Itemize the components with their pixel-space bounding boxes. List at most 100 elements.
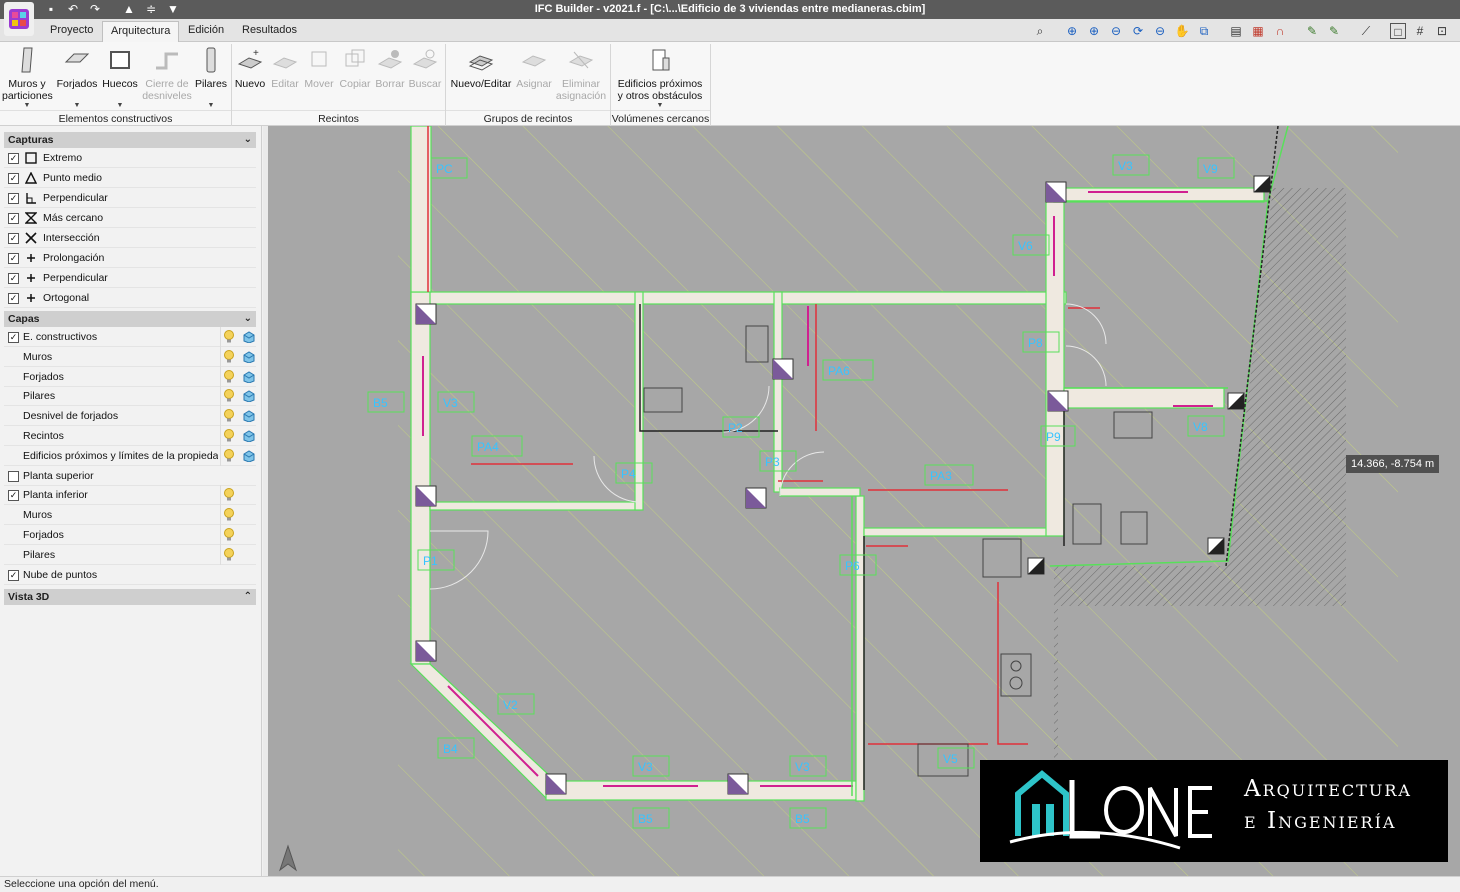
select-box-icon[interactable]: □: [1390, 23, 1406, 39]
edificios-proximos-button[interactable]: Edificios próximos y otros obstáculos ▼: [612, 44, 708, 110]
editar-recinto-button[interactable]: Editar: [268, 44, 302, 90]
capa-row[interactable]: Pilares: [4, 544, 256, 565]
capa-row[interactable]: ✓ E. constructivos: [4, 327, 256, 347]
vista3d-header[interactable]: Vista 3D ⌃: [4, 589, 256, 605]
magnet-icon[interactable]: ∩: [1272, 23, 1288, 39]
capturas-header[interactable]: Capturas ⌄: [4, 132, 256, 148]
layer-3d-cube-icon[interactable]: [243, 430, 255, 442]
captura-checkbox[interactable]: ✓: [8, 233, 19, 244]
snap-point-icon[interactable]: ⊡: [1434, 23, 1450, 39]
visibility-bulb-icon[interactable]: [223, 508, 235, 522]
layers-icon[interactable]: ▤: [1228, 23, 1244, 39]
capa-row[interactable]: Edificios próximos y límites de la propi…: [4, 445, 256, 466]
app-logo-icon[interactable]: [4, 2, 34, 36]
tab-proyecto[interactable]: Proyecto: [42, 21, 101, 42]
pan-hand-icon[interactable]: ✋: [1174, 23, 1190, 39]
captura-row[interactable]: ✓ Prolongación: [4, 248, 256, 268]
layer-3d-cube-icon[interactable]: [243, 371, 255, 383]
capa-row[interactable]: Muros: [4, 346, 256, 367]
buscar-recinto-button[interactable]: Buscar: [408, 44, 442, 90]
nuevo-editar-grupo-button[interactable]: Nuevo/Editar: [448, 44, 514, 90]
nuevo-recinto-button[interactable]: + Nuevo: [233, 44, 267, 90]
captura-row[interactable]: ✓ Punto medio: [4, 168, 256, 188]
cierre-desniveles-button[interactable]: Cierre de desniveles: [142, 44, 192, 102]
captura-checkbox[interactable]: ✓: [8, 293, 19, 304]
captura-checkbox[interactable]: ✓: [8, 193, 19, 204]
zoom-window-icon[interactable]: ⊕: [1064, 23, 1080, 39]
capa-checkbox[interactable]: [8, 470, 19, 482]
capa-row[interactable]: Recintos: [4, 426, 256, 446]
wall[interactable]: [779, 487, 861, 497]
captura-checkbox[interactable]: ✓: [8, 153, 19, 164]
visibility-bulb-icon[interactable]: [223, 349, 235, 364]
capa-row[interactable]: ✓ Planta inferior: [4, 485, 256, 506]
wall[interactable]: [410, 291, 1067, 305]
zoom-out-icon[interactable]: ⊖: [1108, 23, 1124, 39]
eliminar-asignacion-button[interactable]: Eliminar asignación: [554, 44, 608, 102]
visibility-bulb-icon[interactable]: [223, 409, 235, 423]
visibility-bulb-icon[interactable]: [223, 488, 235, 502]
captura-checkbox[interactable]: ✓: [8, 273, 19, 284]
capa-row[interactable]: Desnivel de forjados: [4, 406, 256, 427]
visibility-bulb-icon[interactable]: [223, 528, 235, 542]
tab-arquitectura[interactable]: Arquitectura: [102, 21, 180, 42]
visibility-bulb-icon[interactable]: [223, 429, 235, 443]
asignar-button[interactable]: Asignar: [514, 44, 554, 90]
visibility-bulb-icon[interactable]: [223, 330, 235, 344]
capa-row[interactable]: Forjados: [4, 366, 256, 387]
muros-button[interactable]: Muros y particiones ▼: [2, 44, 53, 110]
captura-row[interactable]: ✓ Más cercano: [4, 208, 256, 228]
refresh-icon[interactable]: ⟳: [1130, 23, 1146, 39]
capas-header[interactable]: Capas ⌄: [4, 311, 256, 327]
capa-row[interactable]: Planta superior: [4, 466, 256, 486]
visibility-bulb-icon[interactable]: [223, 369, 235, 384]
capa-checkbox[interactable]: ✓: [8, 569, 19, 581]
mover-recinto-button[interactable]: Mover: [302, 44, 336, 90]
capa-row[interactable]: Muros: [4, 505, 256, 526]
measure-icon[interactable]: ⟋: [1358, 23, 1374, 39]
search-icon[interactable]: ⌕: [1032, 23, 1048, 39]
pilares-button[interactable]: Pilares ▼: [194, 44, 228, 110]
zoom-in-icon[interactable]: ⊕: [1086, 23, 1102, 39]
zoom-all-icon[interactable]: ⧉: [1196, 23, 1212, 39]
capa-row[interactable]: ✓ Nube de puntos: [4, 565, 256, 585]
capa-checkbox[interactable]: ✓: [8, 490, 19, 502]
wall[interactable]: [410, 291, 431, 665]
visibility-bulb-icon[interactable]: [223, 448, 235, 463]
captura-checkbox[interactable]: ✓: [8, 173, 19, 184]
wall[interactable]: [634, 291, 644, 511]
wall[interactable]: [863, 527, 1049, 537]
visibility-bulb-icon[interactable]: [223, 389, 235, 403]
layer-3d-cube-icon[interactable]: [243, 331, 255, 343]
captura-row[interactable]: ✓ Perpendicular: [4, 268, 256, 288]
snap-settings-icon[interactable]: ✎: [1304, 23, 1320, 39]
wall[interactable]: [1053, 187, 1265, 203]
captura-checkbox[interactable]: ✓: [8, 253, 19, 264]
visibility-bulb-icon[interactable]: [223, 547, 235, 562]
borrar-recinto-button[interactable]: Borrar: [373, 44, 407, 90]
snap-toggle-icon[interactable]: ✎: [1326, 23, 1342, 39]
tab-edicion[interactable]: Edición: [180, 21, 232, 42]
tab-resultados[interactable]: Resultados: [234, 21, 305, 42]
wall[interactable]: [855, 495, 865, 802]
captura-checkbox[interactable]: ✓: [8, 213, 19, 224]
forjados-button[interactable]: Forjados ▼: [54, 44, 100, 110]
copiar-recinto-button[interactable]: Copiar: [338, 44, 372, 90]
capa-checkbox[interactable]: ✓: [8, 332, 19, 343]
captura-row[interactable]: ✓ Extremo: [4, 148, 256, 168]
layer-3d-cube-icon[interactable]: [243, 450, 255, 462]
capa-row[interactable]: Pilares: [4, 386, 256, 407]
references-icon[interactable]: ▦: [1250, 23, 1266, 39]
grid-icon[interactable]: #: [1412, 23, 1428, 39]
zoom-previous-icon[interactable]: ⊖: [1152, 23, 1168, 39]
wall[interactable]: [429, 501, 641, 511]
captura-row[interactable]: ✓ Perpendicular: [4, 188, 256, 208]
layer-3d-cube-icon[interactable]: [243, 351, 255, 363]
layer-3d-cube-icon[interactable]: [243, 390, 255, 403]
captura-row[interactable]: ✓ Intersección: [4, 228, 256, 248]
layer-3d-cube-icon[interactable]: [243, 410, 255, 423]
wall[interactable]: [545, 780, 857, 801]
capa-row[interactable]: Forjados: [4, 525, 256, 545]
captura-row[interactable]: ✓ Ortogonal: [4, 288, 256, 308]
huecos-button[interactable]: Huecos ▼: [100, 44, 140, 110]
